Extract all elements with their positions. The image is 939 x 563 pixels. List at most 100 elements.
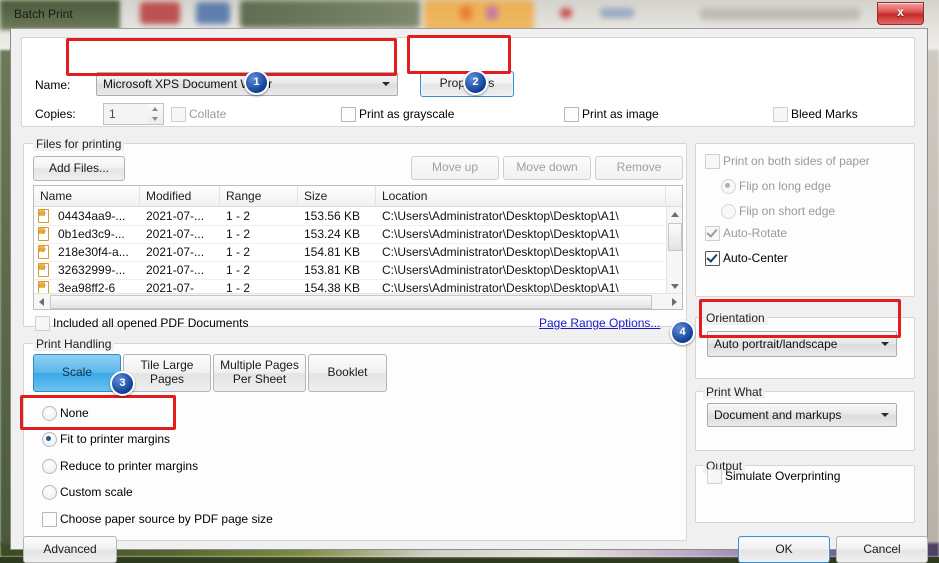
dialog-body: Name: Microsoft XPS Document Writer Prop… — [10, 28, 928, 563]
column-header-modified[interactable]: Modified — [140, 186, 220, 206]
bleed-marks-checkbox[interactable] — [773, 107, 788, 122]
collate-checkbox[interactable] — [171, 107, 186, 122]
dialog-title: Batch Print — [14, 7, 73, 21]
print-both-sides-checkbox[interactable] — [705, 154, 720, 169]
table-row[interactable]: 04434aa9-... 2021-07-... 1 - 2 153.56 KB… — [34, 205, 682, 226]
cell-range: 1 - 2 — [226, 245, 251, 259]
print-as-grayscale-checkbox[interactable] — [341, 107, 356, 122]
pdf-file-icon — [38, 259, 49, 277]
radio-fit-to-printer-margins[interactable] — [42, 432, 57, 447]
dialog-titlebar: Batch Print — [10, 2, 928, 28]
table-row[interactable]: 0b1ed3c9-... 2021-07-... 1 - 2 153.24 KB… — [34, 223, 682, 244]
cell-size: 154.38 KB — [304, 281, 361, 294]
tab-tile-large-pages-label: Tile Large Pages — [140, 358, 194, 386]
chevron-down-icon — [881, 342, 889, 346]
move-down-button[interactable]: Move down — [503, 156, 591, 180]
copies-stepper[interactable] — [148, 103, 164, 125]
radio-reduce-to-printer-margins[interactable] — [42, 459, 57, 474]
copies-label: Copies: — [35, 107, 76, 121]
cell-name: 218e30f4-a... — [58, 245, 129, 259]
stepper-down-icon[interactable] — [152, 117, 158, 121]
page-range-options-link[interactable]: Page Range Options... — [539, 316, 660, 330]
auto-center-checkbox[interactable] — [705, 251, 720, 266]
cell-modified: 2021-07-... — [146, 209, 205, 223]
cell-size: 153.24 KB — [304, 227, 361, 241]
cell-modified: 2021-07-... — [146, 245, 205, 259]
simulate-overprinting-checkbox[interactable] — [707, 469, 722, 484]
cell-range: 1 - 2 — [226, 209, 251, 223]
column-header-location[interactable]: Location — [376, 186, 666, 206]
cell-name: 0b1ed3c9-... — [58, 227, 125, 241]
radio-flip-long-edge-label: Flip on long edge — [739, 179, 832, 193]
tab-scale[interactable]: Scale — [33, 354, 121, 392]
cell-location: C:\Users\Administrator\Desktop\Desktop\A… — [382, 245, 619, 259]
radio-flip-short-edge[interactable] — [721, 204, 736, 219]
column-header-name[interactable]: Name — [34, 186, 140, 206]
print-both-sides-label: Print on both sides of paper — [723, 154, 870, 168]
tab-booklet[interactable]: Booklet — [308, 354, 387, 392]
radio-custom-scale[interactable] — [42, 485, 57, 500]
cell-size: 153.56 KB — [304, 209, 361, 223]
scroll-down-arrow-icon[interactable] — [671, 284, 679, 289]
include-opened-pdf-checkbox[interactable] — [35, 316, 50, 331]
auto-center-label: Auto-Center — [723, 251, 788, 265]
tab-multiple-pages-per-sheet[interactable]: Multiple Pages Per Sheet — [213, 354, 306, 392]
stepper-up-icon[interactable] — [152, 107, 158, 111]
column-header-range[interactable]: Range — [220, 186, 298, 206]
cell-location: C:\Users\Administrator\Desktop\Desktop\A… — [382, 281, 619, 294]
scroll-up-arrow-icon[interactable] — [671, 212, 679, 217]
cell-location: C:\Users\Administrator\Desktop\Desktop\A… — [382, 227, 619, 241]
radio-flip-long-edge[interactable] — [721, 179, 736, 194]
orientation-group-label: Orientation — [703, 311, 768, 325]
chevron-down-icon — [881, 413, 889, 417]
pdf-file-icon — [38, 223, 49, 241]
chevron-down-icon — [382, 82, 390, 86]
orientation-combo[interactable]: Auto portrait/landscape — [707, 331, 897, 357]
cell-modified: 2021-07-... — [146, 263, 205, 277]
close-icon[interactable]: x — [877, 2, 924, 25]
pdf-file-icon — [38, 205, 49, 223]
badge-2: 2 — [463, 70, 488, 95]
vertical-scroll-thumb[interactable] — [668, 223, 682, 251]
scroll-left-arrow-icon[interactable] — [39, 298, 44, 306]
print-as-grayscale-label: Print as grayscale — [359, 107, 455, 121]
print-what-value: Document and markups — [714, 408, 842, 422]
choose-paper-source-label: Choose paper source by PDF page size — [60, 512, 273, 526]
ok-button[interactable]: OK — [738, 536, 830, 563]
cancel-button[interactable]: Cancel — [836, 536, 928, 563]
cell-range: 1 - 2 — [226, 263, 251, 277]
scroll-right-arrow-icon[interactable] — [672, 298, 677, 306]
cell-range: 1 - 2 — [226, 227, 251, 241]
table-row[interactable]: 218e30f4-a... 2021-07-... 1 - 2 154.81 K… — [34, 241, 682, 262]
radio-none[interactable] — [42, 406, 57, 421]
tab-multiple-pages-per-sheet-label: Multiple Pages Per Sheet — [220, 358, 299, 386]
print-as-image-checkbox[interactable] — [564, 107, 579, 122]
column-header-size[interactable]: Size — [298, 186, 376, 206]
tab-tile-large-pages[interactable]: Tile Large Pages — [123, 354, 211, 392]
remove-button[interactable]: Remove — [595, 156, 683, 180]
orientation-value: Auto portrait/landscape — [714, 337, 838, 351]
horizontal-scroll-thumb[interactable] — [50, 295, 652, 309]
print-what-combo[interactable]: Document and markups — [707, 403, 897, 427]
radio-custom-scale-label: Custom scale — [60, 485, 133, 499]
add-files-button[interactable]: Add Files... — [33, 156, 125, 181]
printer-name-label: Name: — [35, 78, 71, 92]
listview-vertical-scrollbar[interactable] — [666, 207, 682, 294]
auto-rotate-label: Auto-Rotate — [723, 226, 788, 240]
print-as-image-label: Print as image — [582, 107, 659, 121]
table-row[interactable]: 32632999-... 2021-07-... 1 - 2 153.81 KB… — [34, 259, 682, 280]
listview-horizontal-scrollbar[interactable] — [34, 293, 682, 309]
cell-size: 153.81 KB — [304, 263, 361, 277]
choose-paper-source-checkbox[interactable] — [42, 512, 57, 527]
move-up-button[interactable]: Move up — [411, 156, 499, 180]
files-listview[interactable]: Name Modified Range Size Location 04434a… — [33, 185, 683, 310]
advanced-button[interactable]: Advanced — [23, 536, 117, 563]
include-opened-pdf-label: Included all opened PDF Documents — [53, 316, 249, 330]
badge-3: 3 — [110, 371, 135, 396]
table-row[interactable]: 3ea98ff2-6 2021-07- 1 - 2 154.38 KB C:\U… — [34, 279, 682, 294]
radio-reduce-to-printer-margins-label: Reduce to printer margins — [60, 459, 199, 473]
radio-flip-short-edge-label: Flip on short edge — [739, 204, 836, 218]
cell-size: 154.81 KB — [304, 245, 361, 259]
cell-modified: 2021-07-... — [146, 227, 205, 241]
auto-rotate-checkbox[interactable] — [705, 226, 720, 241]
